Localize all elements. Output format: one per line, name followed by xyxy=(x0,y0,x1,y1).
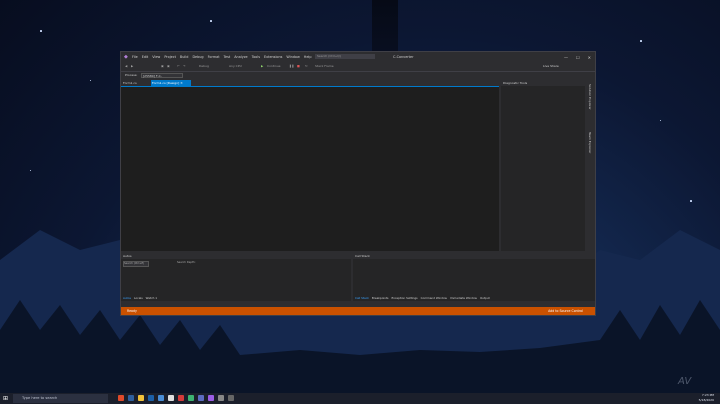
source-control-button[interactable]: Add to Source Control xyxy=(548,307,583,315)
maximize-icon[interactable]: ☐ xyxy=(576,55,580,60)
obs-icon[interactable] xyxy=(218,395,224,401)
discord-icon[interactable] xyxy=(198,395,204,401)
file-explorer-icon[interactable] xyxy=(138,395,144,401)
menu-bar: ◆ File Edit View Project Build Debug For… xyxy=(121,52,595,62)
autos-tabs: Autos Locals Watch 1 xyxy=(123,296,157,300)
menu-test[interactable]: Test xyxy=(224,55,231,59)
app-icon[interactable] xyxy=(228,395,234,401)
menu-analyze[interactable]: Analyze xyxy=(234,55,247,59)
toolbar: ◀ ▶ ▣ ▣ ↶ ↷ Debug Any CPU ▶ Continue ❚❚ … xyxy=(121,62,595,72)
call-stack-tabs: Call Stack Breakpoints Exception Setting… xyxy=(355,296,490,300)
close-icon[interactable]: ✕ xyxy=(588,55,591,60)
continue-icon[interactable]: ▶ xyxy=(261,63,263,70)
taskbar-search-input[interactable]: Type here to search xyxy=(13,394,108,403)
spotify-icon[interactable] xyxy=(188,395,194,401)
menu-window[interactable]: Window xyxy=(286,55,299,59)
taskbar: ⊞ Type here to search 7:23 PM 5/18/2020 xyxy=(0,393,720,404)
process-label: Process: xyxy=(125,73,138,77)
designer-editor[interactable] xyxy=(121,86,499,251)
autos-search-input[interactable]: Search (Ctrl+E) xyxy=(123,261,149,267)
menu-project[interactable]: Project xyxy=(164,55,176,59)
system-tray-clock[interactable]: 7:23 PM 5/18/2020 xyxy=(699,393,714,404)
mail-icon[interactable] xyxy=(158,395,164,401)
menu-list: File Edit View Project Build Debug Forma… xyxy=(132,52,312,62)
process-dropdown[interactable]: [25580] F-C-Converter.exe xyxy=(141,73,183,83)
menu-format[interactable]: Format xyxy=(208,55,220,59)
clock-date: 5/18/2020 xyxy=(698,398,714,402)
menu-extensions[interactable]: Extensions xyxy=(264,55,282,59)
save-all-icon[interactable]: ▣ xyxy=(167,63,170,70)
game-icon[interactable] xyxy=(178,395,184,401)
tab-call-stack[interactable]: Call Stack xyxy=(355,296,369,300)
opera-icon[interactable] xyxy=(118,395,124,401)
search-depth-label: Search Depth: xyxy=(177,261,196,264)
platform-dropdown[interactable]: Any CPU xyxy=(229,63,242,70)
call-stack-panel: Call Stack Call Stack Breakpoints Except… xyxy=(353,253,595,301)
side-tab-team-explorer[interactable]: Team Explorer xyxy=(588,132,592,153)
visual-studio-icon[interactable] xyxy=(208,395,214,401)
live-share-button[interactable]: Live Share xyxy=(543,63,559,70)
diagnostic-tools-title: Diagnostic Tools xyxy=(501,80,585,86)
solution-title: C-Converter xyxy=(393,55,414,59)
forward-icon[interactable]: ▶ xyxy=(131,63,133,70)
continue-button[interactable]: Continue xyxy=(267,63,281,70)
stop-icon[interactable]: ■ xyxy=(297,63,300,70)
side-tab-strip: Solution Explorer Team Explorer xyxy=(586,80,595,251)
edge-icon[interactable] xyxy=(128,395,134,401)
status-bar: Ready Add to Source Control xyxy=(121,307,595,315)
status-ready: Ready xyxy=(127,309,137,313)
tab-watch-1[interactable]: Watch 1 xyxy=(146,296,157,300)
menu-file[interactable]: File xyxy=(132,55,138,59)
pause-icon[interactable]: ❚❚ xyxy=(289,63,294,70)
windows-start-icon[interactable]: ⊞ xyxy=(3,395,10,402)
save-icon[interactable]: ▣ xyxy=(161,63,164,70)
visual-studio-window[interactable]: ◆ File Edit View Project Build Debug For… xyxy=(120,51,596,316)
menu-view[interactable]: View xyxy=(152,55,160,59)
menu-build[interactable]: Build xyxy=(180,55,189,59)
tab-breakpoints[interactable]: Breakpoints xyxy=(372,296,389,300)
tab-immediate-window[interactable]: Immediate Window xyxy=(450,296,477,300)
restart-icon[interactable]: ↻ xyxy=(305,63,308,70)
minimize-icon[interactable]: — xyxy=(564,55,568,60)
watermark-logo: AV xyxy=(678,376,692,387)
window-controls: — ☐ ✕ xyxy=(564,52,591,62)
menu-help[interactable]: Help xyxy=(304,55,312,59)
process-bar: Process: [25580] F-C-Converter.exe xyxy=(121,72,595,83)
diagnostic-tools-panel: Diagnostic Tools xyxy=(501,80,585,251)
undo-icon[interactable]: ↶ xyxy=(177,63,180,70)
close-icon[interactable]: ✕ xyxy=(180,81,183,85)
tab-command-window[interactable]: Command Window xyxy=(421,296,447,300)
tab-locals[interactable]: Locals xyxy=(134,296,143,300)
menu-tools[interactable]: Tools xyxy=(252,55,260,59)
redo-icon[interactable]: ↷ xyxy=(183,63,186,70)
call-stack-title: Call Stack xyxy=(353,253,595,259)
config-dropdown[interactable]: Debug xyxy=(199,63,209,70)
autos-title: Autos xyxy=(121,253,351,259)
visual-studio-logo-icon: ◆ xyxy=(124,54,128,60)
stack-frame-dropdown[interactable]: Stack Frame xyxy=(315,63,334,70)
tab-output[interactable]: Output xyxy=(480,296,490,300)
menu-edit[interactable]: Edit xyxy=(142,55,149,59)
search-input[interactable]: Search (Ctrl+Q) xyxy=(315,54,375,59)
steam-icon[interactable] xyxy=(148,395,154,401)
photos-icon[interactable] xyxy=(168,395,174,401)
tab-autos[interactable]: Autos xyxy=(123,296,131,300)
tab-exception-settings[interactable]: Exception Settings xyxy=(392,296,418,300)
side-tab-solution-explorer[interactable]: Solution Explorer xyxy=(588,84,592,110)
back-icon[interactable]: ◀ xyxy=(125,63,127,70)
autos-panel: Autos Search (Ctrl+E) Search Depth: Auto… xyxy=(121,253,351,301)
menu-debug[interactable]: Debug xyxy=(192,55,203,59)
tab-label: Form1.cs [Design] xyxy=(152,81,180,85)
